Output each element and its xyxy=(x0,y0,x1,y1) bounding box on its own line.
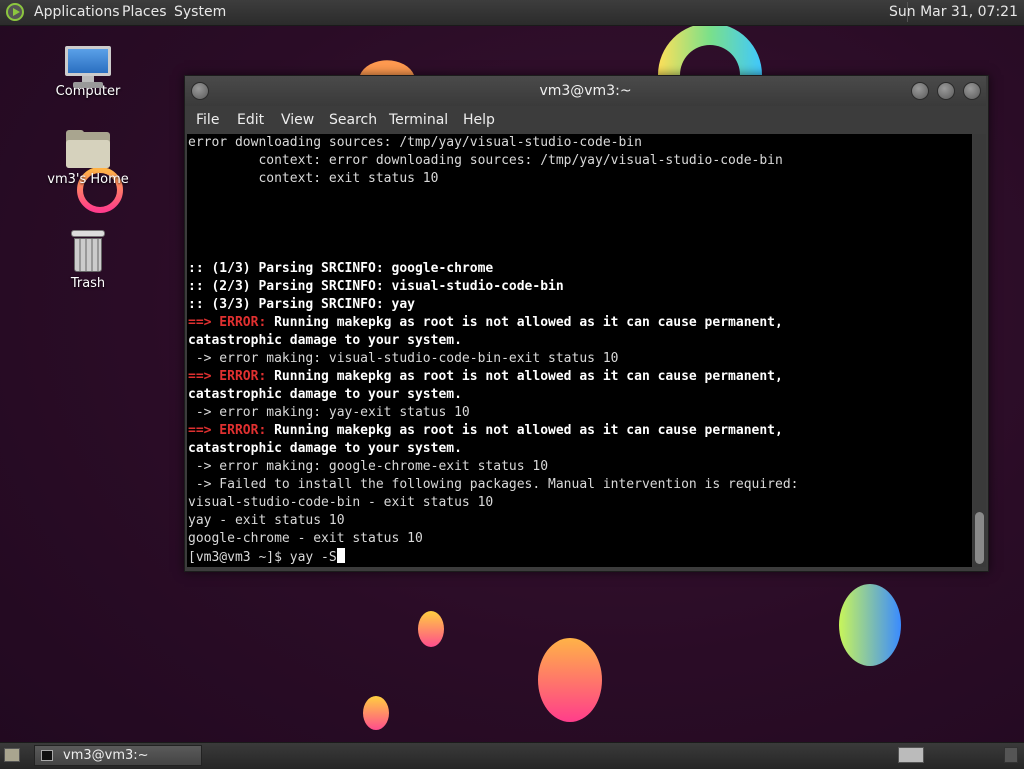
terminal-text: -> Failed to install the following packa… xyxy=(188,477,799,492)
terminal-text: context: exit status 10 xyxy=(188,171,439,186)
terminal-line: yay - exit status 10 xyxy=(187,512,972,530)
top-panel: Applications Places System Sun Mar 31, 0… xyxy=(0,0,1024,26)
bottom-panel: vm3@vm3:~ xyxy=(0,742,1024,769)
scrollbar-thumb[interactable] xyxy=(975,512,984,564)
terminal-line: context: error downloading sources: /tmp… xyxy=(187,152,972,170)
terminal-line: visual-studio-code-bin - exit status 10 xyxy=(187,494,972,512)
terminal-scrollbar[interactable] xyxy=(973,134,986,567)
places-menu[interactable]: Places xyxy=(122,4,167,20)
desktop-icon-label: Trash xyxy=(70,276,106,291)
distro-logo-icon[interactable] xyxy=(6,3,24,21)
terminal-text: google-chrome - exit status 10 xyxy=(188,531,423,546)
terminal-text: :: (1/3) Parsing SRCINFO: google-chrome xyxy=(188,261,494,276)
terminal-line: catastrophic damage to your system. xyxy=(187,332,972,350)
close-button[interactable] xyxy=(963,82,981,100)
terminal-text: error downloading sources: /tmp/yay/visu… xyxy=(188,135,642,150)
terminal-text: catastrophic damage to your system. xyxy=(188,333,462,348)
menu-help[interactable]: Help xyxy=(463,112,495,128)
taskbar-item-terminal[interactable]: vm3@vm3:~ xyxy=(34,745,202,766)
terminal-text: Running makepkg as root is not allowed a… xyxy=(274,369,783,384)
terminal-line: :: (2/3) Parsing SRCINFO: visual-studio-… xyxy=(187,278,972,296)
terminal-text: catastrophic damage to your system. xyxy=(188,441,462,456)
terminal-line: ==> ERROR: Running makepkg as root is no… xyxy=(187,422,972,440)
error-tag: ==> ERROR: xyxy=(188,369,275,384)
applications-menu[interactable]: Applications xyxy=(34,4,120,20)
terminal-text: :: (3/3) Parsing SRCINFO: yay xyxy=(188,297,415,312)
home-folder-icon xyxy=(66,130,110,168)
terminal-line: catastrophic damage to your system. xyxy=(187,386,972,404)
minimize-button[interactable] xyxy=(911,82,929,100)
terminal-line: -> error making: visual-studio-code-bin-… xyxy=(187,350,972,368)
terminal-line: context: exit status 10 xyxy=(187,170,972,188)
system-menu[interactable]: System xyxy=(174,4,226,20)
taskbar-item-label: vm3@vm3:~ xyxy=(63,748,149,763)
terminal-line: -> error making: yay-exit status 10 xyxy=(187,404,972,422)
terminal-window[interactable]: vm3@vm3:~ File Edit View Search Terminal… xyxy=(184,75,989,572)
desktop-icon-computer[interactable]: Computer xyxy=(43,46,133,99)
error-tag: ==> ERROR: xyxy=(188,315,275,330)
terminal-output[interactable]: error downloading sources: /tmp/yay/visu… xyxy=(187,134,972,567)
terminal-line: -> Failed to install the following packa… xyxy=(187,476,972,494)
terminal-icon xyxy=(41,750,53,761)
window-menubar: File Edit View Search Terminal Help xyxy=(185,106,986,134)
menu-search[interactable]: Search xyxy=(329,112,377,128)
error-tag: ==> ERROR: xyxy=(188,423,275,438)
menu-view[interactable]: View xyxy=(281,112,314,128)
terminal-text: context: error downloading sources: /tmp… xyxy=(188,153,783,168)
window-title: vm3@vm3:~ xyxy=(539,83,632,99)
terminal-line: ==> ERROR: Running makepkg as root is no… xyxy=(187,314,972,332)
menu-file[interactable]: File xyxy=(196,112,219,128)
desktop-icon-trash[interactable]: Trash xyxy=(43,230,133,291)
terminal-line: error downloading sources: /tmp/yay/visu… xyxy=(187,134,972,152)
terminal-line: :: (1/3) Parsing SRCINFO: google-chrome xyxy=(187,260,972,278)
terminal-text: catastrophic damage to your system. xyxy=(188,387,462,402)
terminal-line: ==> ERROR: Running makepkg as root is no… xyxy=(187,368,972,386)
terminal-line: google-chrome - exit status 10 xyxy=(187,530,972,548)
show-desktop-icon[interactable] xyxy=(4,748,20,762)
menu-terminal[interactable]: Terminal xyxy=(389,112,448,128)
terminal-text: Running makepkg as root is not allowed a… xyxy=(274,423,783,438)
trash-applet-icon[interactable] xyxy=(1004,747,1018,763)
terminal-text: -> error making: visual-studio-code-bin-… xyxy=(188,351,619,366)
terminal-text: -> error making: yay-exit status 10 xyxy=(188,405,470,420)
terminal-prompt: [vm3@vm3 ~]$ yay -S xyxy=(188,550,337,565)
terminal-line: -> error making: google-chrome-exit stat… xyxy=(187,458,972,476)
terminal-cursor xyxy=(336,548,345,563)
terminal-line: :: (3/3) Parsing SRCINFO: yay xyxy=(187,296,972,314)
terminal-text: :: (2/3) Parsing SRCINFO: visual-studio-… xyxy=(188,279,564,294)
trash-icon xyxy=(71,230,105,272)
terminal-prompt-line[interactable]: [vm3@vm3 ~]$ yay -S xyxy=(187,548,972,566)
terminal-text: visual-studio-code-bin - exit status 10 xyxy=(188,495,494,510)
menu-edit[interactable]: Edit xyxy=(237,112,264,128)
desktop-icon-home[interactable]: vm3's Home xyxy=(43,130,133,187)
terminal-text: Running makepkg as root is not allowed a… xyxy=(274,315,783,330)
computer-icon xyxy=(65,46,111,88)
workspace-switcher[interactable] xyxy=(898,747,924,763)
terminal-line: catastrophic damage to your system. xyxy=(187,440,972,458)
maximize-button[interactable] xyxy=(937,82,955,100)
terminal-text: -> error making: google-chrome-exit stat… xyxy=(188,459,549,474)
terminal-text: yay - exit status 10 xyxy=(188,513,345,528)
desktop-icon-label: vm3's Home xyxy=(47,172,129,187)
window-titlebar[interactable]: vm3@vm3:~ xyxy=(185,76,986,106)
clock[interactable]: Sun Mar 31, 07:21 xyxy=(889,4,1018,20)
